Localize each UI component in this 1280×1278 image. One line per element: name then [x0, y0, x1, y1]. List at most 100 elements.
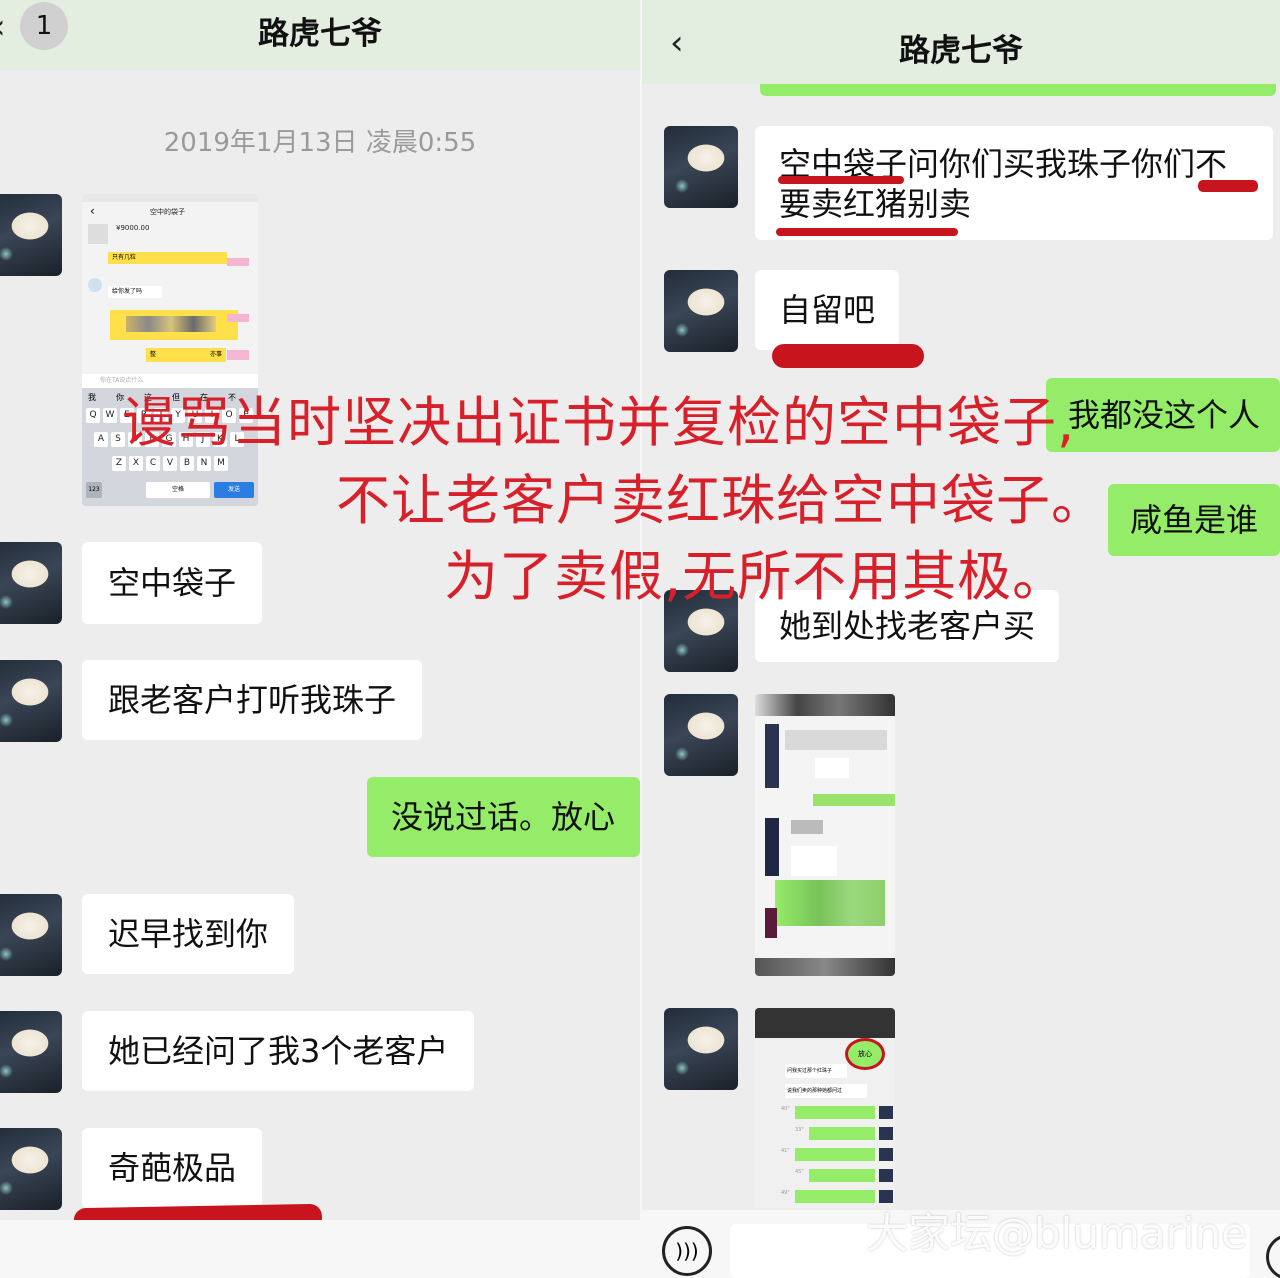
chat-title: 路虎七爷 [258, 16, 382, 52]
keyboard-key: B [180, 456, 194, 471]
voice-message-row: 45" [795, 1169, 893, 1182]
incoming-message[interactable]: 跟老客户打听我珠子 [82, 660, 423, 740]
blur-block [813, 794, 895, 806]
mini-price: ¥9000.00 [116, 224, 150, 232]
keyboard-key: X [129, 456, 143, 471]
voice-screenshot-image-message[interactable]: 放心 问我买过那个红珠子 说我们卖的那种她都问过 40" 33" 41" 45" 49" [755, 1008, 895, 1208]
mini-bubble-text: 亦事 [209, 351, 222, 358]
voice-message-row: 49" [781, 1190, 893, 1203]
contact-avatar[interactable] [664, 126, 738, 208]
num-key: 123 [86, 482, 102, 498]
blur-block [765, 724, 779, 788]
mini-bubble-text: 只有几粒 [112, 254, 137, 261]
voice-length: 40" [781, 1106, 790, 1112]
red-underline-mark [1198, 180, 1258, 192]
space-key: 空格 [146, 482, 210, 498]
blur-block [785, 730, 887, 750]
keyboard-key: M [214, 456, 228, 471]
blur-block [227, 350, 249, 360]
blur-block [791, 820, 823, 834]
outgoing-message-partial [760, 84, 1276, 96]
mini-avatar [879, 1106, 893, 1119]
annotation-line-3: 为了卖假,无所不用其极。 [444, 545, 1068, 608]
blur-block [815, 758, 849, 778]
mini-bubble-text: 给你发了吗 [112, 288, 143, 295]
contact-avatar[interactable] [0, 660, 62, 742]
mini-chat-title: 空中的袋子 [150, 208, 185, 216]
watermark: 大家坛@blumarine [866, 1209, 1247, 1258]
blur-block [227, 314, 249, 322]
contact-avatar[interactable] [0, 1011, 62, 1093]
mini-bubble-text: 整 [150, 351, 157, 358]
mini-avatar [879, 1169, 893, 1182]
circled-text: 放心 [858, 1050, 872, 1058]
contact-avatar[interactable] [0, 894, 62, 976]
voice-length: 49" [781, 1190, 790, 1196]
keyboard-key: A [94, 432, 108, 447]
incoming-message[interactable]: 奇葩极品 [82, 1128, 263, 1208]
blur-block [775, 880, 885, 926]
voice-length: 41" [781, 1148, 790, 1154]
blur-block [755, 958, 895, 976]
contact-avatar[interactable] [664, 694, 738, 776]
keyboard-key: Z [112, 456, 126, 471]
pixelated-image-message[interactable] [755, 694, 895, 976]
chat-header: ‹ 路虎七爷 [642, 0, 1280, 84]
outgoing-message[interactable]: 我都没这个人 [1046, 378, 1280, 452]
keyboard-key: Q [86, 408, 100, 423]
red-underline-mark [776, 228, 958, 236]
voice-message-row: 33" [795, 1127, 893, 1140]
mini-bubble: 给你发了吗 [108, 286, 162, 298]
incoming-message[interactable]: 空中袋子 [82, 542, 263, 624]
screenshot-image-message[interactable]: ‹ 空中的袋子 ¥9000.00 只有几粒 给你发了吗 整 亦事 你在TA说点什… [82, 194, 258, 506]
mini-bubble: 只有几粒 [108, 252, 227, 264]
contact-avatar[interactable] [0, 542, 62, 624]
red-underline-mark [778, 176, 904, 184]
voice-message-row: 41" [781, 1148, 893, 1161]
blur-block [791, 846, 837, 876]
send-key: 发送 [214, 482, 254, 498]
chat-header: ‹ 1 路虎七爷 [0, 0, 640, 70]
voice-icon[interactable]: ))) [662, 1226, 712, 1276]
voice-length: 45" [795, 1169, 804, 1175]
mini-avatar [879, 1148, 893, 1161]
message-timestamp: 2019年1月13日 凌晨0:55 [163, 128, 477, 158]
mini-bubble: 整 亦事 [146, 348, 226, 362]
contact-avatar[interactable] [0, 1128, 62, 1210]
mini-bubble: 说我们卖的那种她都问过 [785, 1084, 867, 1098]
outgoing-message[interactable]: 咸鱼是谁 [1108, 484, 1280, 556]
mini-avatar [88, 278, 102, 292]
left-chat-panel: ‹ 1 路虎七爷 2019年1月13日 凌晨0:55 ‹ 空中的袋子 ¥9000… [0, 0, 640, 1278]
emoji-icon[interactable] [1266, 1234, 1280, 1278]
keyboard-key: W [103, 408, 117, 423]
incoming-message[interactable]: 迟早找到你 [82, 894, 295, 974]
blur-block [227, 258, 249, 266]
incoming-message[interactable]: 自留吧 [755, 270, 900, 350]
red-circle-mark: 放心 [845, 1038, 885, 1070]
blur-block [765, 908, 777, 938]
blur-block [755, 694, 895, 716]
keyboard-key: V [163, 456, 177, 471]
blur-block [755, 1008, 895, 1038]
blurred-bubble [110, 310, 238, 340]
outgoing-message[interactable]: 没说过话。放心 [367, 777, 640, 857]
mini-avatar [879, 1127, 893, 1140]
contact-avatar[interactable] [664, 1008, 738, 1090]
annotation-line-2: 不让老客户卖红珠给空中袋子。 [336, 469, 1106, 532]
red-underline-mark [772, 344, 924, 368]
voice-length: 33" [795, 1127, 804, 1133]
contact-avatar[interactable] [664, 270, 738, 352]
incoming-message[interactable]: 她已经问了我3个老客户 [82, 1011, 475, 1091]
annotation-line-1: 谩骂当时坚决出证书并复检的空中袋子, [122, 391, 1076, 454]
mini-product-thumb [88, 224, 108, 244]
contact-avatar[interactable] [0, 194, 62, 276]
right-chat-panel: ‹ 路虎七爷 空中袋子问你们买我珠子你们不要卖红猪别卖 自留吧 我都没这个人 咸… [642, 0, 1280, 1278]
mini-bubble-text: 说我们卖的那种她都问过 [787, 1088, 843, 1094]
mini-bubble-text: 问我买过那个红珠子 [787, 1068, 833, 1074]
chat-title: 路虎七爷 [899, 33, 1023, 69]
blur-block [765, 818, 779, 876]
keyboard-suggestion: 我 [88, 393, 96, 402]
voice-message-row: 40" [781, 1106, 893, 1119]
mini-bubble: 问我买过那个红珠子 [785, 1064, 847, 1078]
keyboard-key: C [146, 456, 160, 471]
